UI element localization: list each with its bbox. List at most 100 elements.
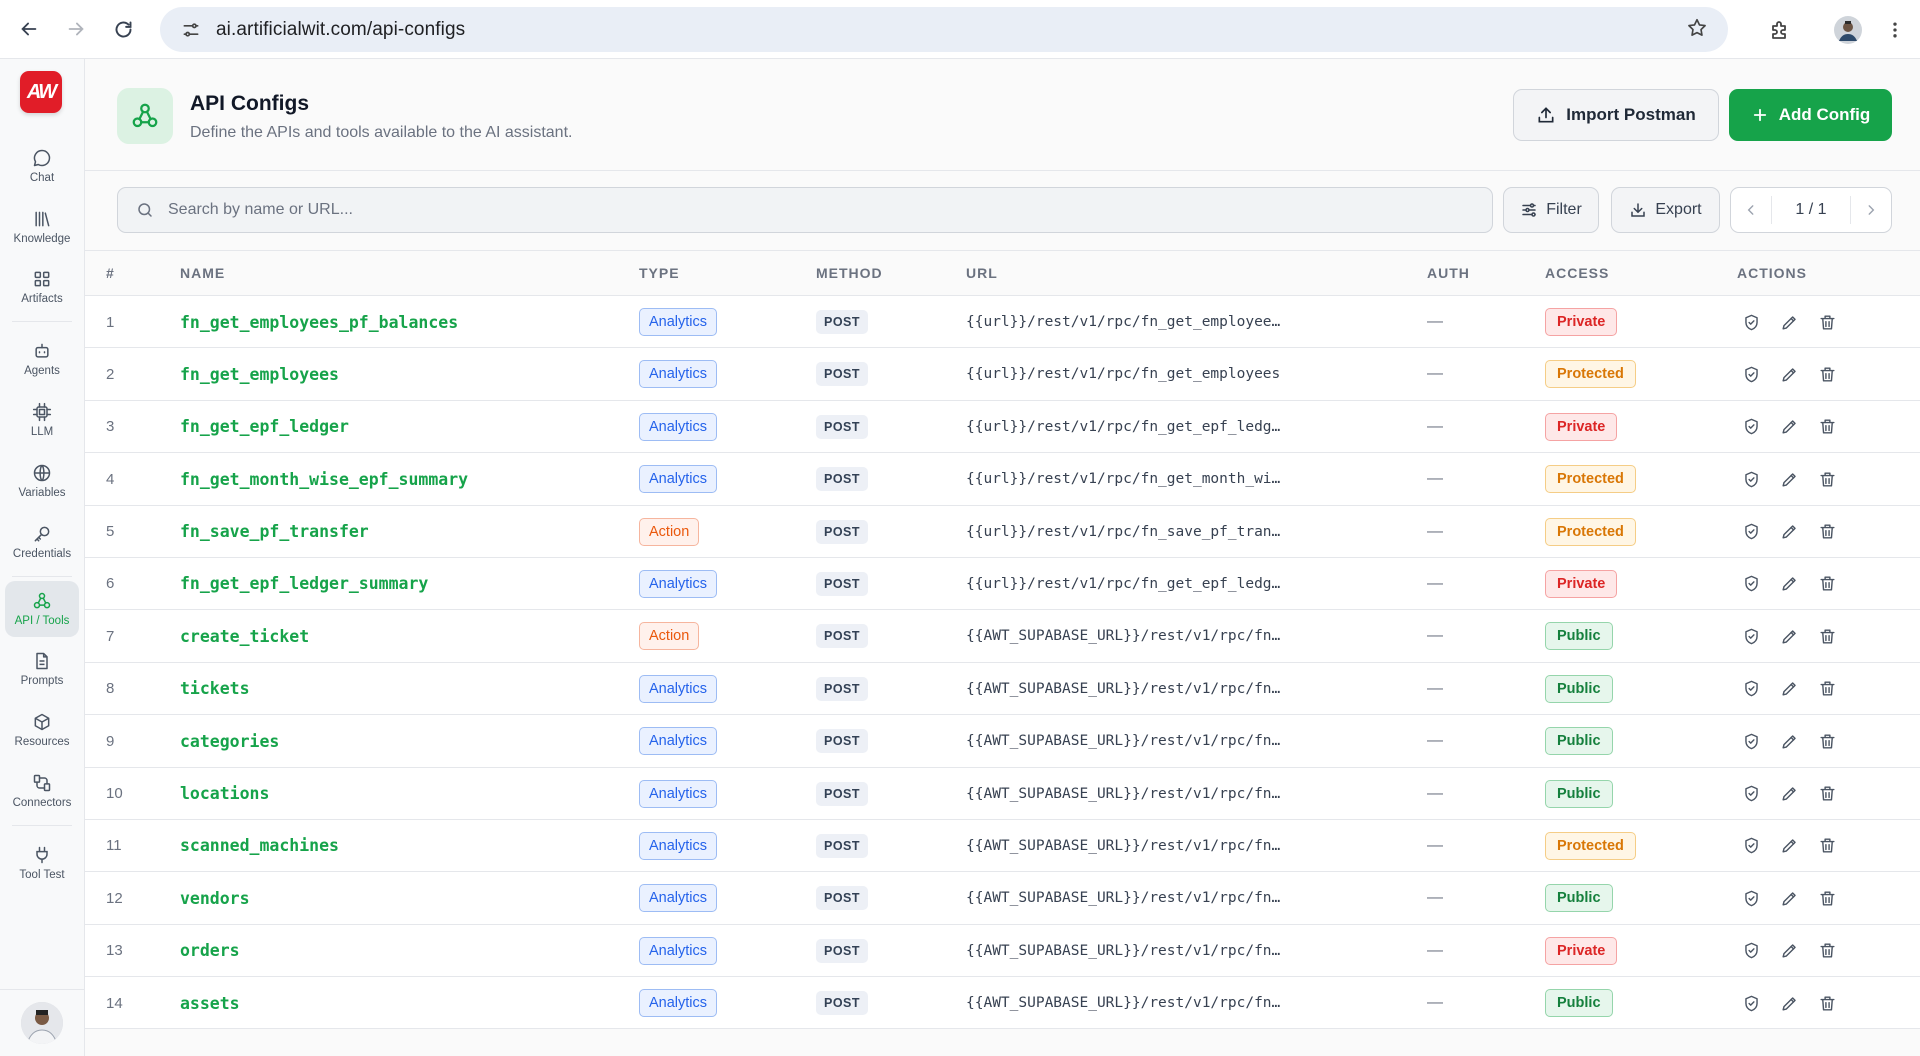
trash-icon[interactable] bbox=[1816, 521, 1838, 543]
shield-check-icon[interactable] bbox=[1740, 940, 1762, 962]
shield-check-icon[interactable] bbox=[1740, 573, 1762, 595]
user-avatar[interactable] bbox=[21, 1002, 63, 1044]
shield-check-icon[interactable] bbox=[1740, 416, 1762, 438]
trash-icon[interactable] bbox=[1816, 363, 1838, 385]
edit-pencil-icon[interactable] bbox=[1778, 678, 1800, 700]
config-name-link[interactable]: fn_get_month_wise_epf_summary bbox=[180, 453, 468, 505]
config-name-link[interactable]: orders bbox=[180, 925, 240, 977]
bookmark-star-icon[interactable] bbox=[1686, 17, 1708, 44]
trash-icon[interactable] bbox=[1816, 625, 1838, 647]
sidebar-item-knowledge[interactable]: Knowledge bbox=[5, 199, 79, 255]
shield-check-icon[interactable] bbox=[1740, 311, 1762, 333]
shield-check-icon[interactable] bbox=[1740, 678, 1762, 700]
table-row[interactable]: 5 fn_save_pf_transfer Action POST {{url}… bbox=[85, 505, 1920, 558]
shield-check-icon[interactable] bbox=[1740, 992, 1762, 1014]
edit-pencil-icon[interactable] bbox=[1778, 416, 1800, 438]
trash-icon[interactable] bbox=[1816, 416, 1838, 438]
edit-pencil-icon[interactable] bbox=[1778, 783, 1800, 805]
trash-icon[interactable] bbox=[1816, 887, 1838, 909]
add-config-button[interactable]: Add Config bbox=[1729, 89, 1892, 141]
filter-button[interactable]: Filter bbox=[1503, 187, 1599, 233]
edit-pencil-icon[interactable] bbox=[1778, 835, 1800, 857]
profile-avatar[interactable] bbox=[1830, 0, 1866, 59]
trash-icon[interactable] bbox=[1816, 311, 1838, 333]
sidebar-item-tool-test[interactable]: Tool Test bbox=[5, 835, 79, 891]
export-button[interactable]: Export bbox=[1611, 187, 1720, 233]
col-header-auth[interactable]: AUTH bbox=[1427, 251, 1470, 296]
trash-icon[interactable] bbox=[1816, 730, 1838, 752]
config-name-link[interactable]: categories bbox=[180, 715, 279, 767]
sidebar-item-api-tools[interactable]: API / Tools bbox=[5, 581, 79, 637]
edit-pencil-icon[interactable] bbox=[1778, 468, 1800, 490]
edit-pencil-icon[interactable] bbox=[1778, 992, 1800, 1014]
import-postman-button[interactable]: Import Postman bbox=[1513, 89, 1719, 141]
forward-button[interactable] bbox=[53, 6, 99, 52]
sidebar-item-chat[interactable]: Chat bbox=[5, 138, 79, 194]
extensions-icon[interactable] bbox=[1760, 0, 1800, 59]
shield-check-icon[interactable] bbox=[1740, 625, 1762, 647]
config-name-link[interactable]: assets bbox=[180, 977, 240, 1029]
search-input[interactable] bbox=[168, 201, 1368, 219]
edit-pencil-icon[interactable] bbox=[1778, 887, 1800, 909]
table-row[interactable]: 4 fn_get_month_wise_epf_summary Analytic… bbox=[85, 453, 1920, 506]
site-settings-icon[interactable] bbox=[178, 17, 204, 43]
col-header-access[interactable]: ACCESS bbox=[1545, 251, 1609, 296]
edit-pencil-icon[interactable] bbox=[1778, 363, 1800, 385]
table-row[interactable]: 1 fn_get_employees_pf_balances Analytics… bbox=[85, 296, 1920, 349]
table-row[interactable]: 10 locations Analytics POST {{AWT_SUPABA… bbox=[85, 767, 1920, 820]
config-name-link[interactable]: tickets bbox=[180, 663, 250, 715]
table-row[interactable]: 2 fn_get_employees Analytics POST {{url}… bbox=[85, 348, 1920, 401]
edit-pencil-icon[interactable] bbox=[1778, 521, 1800, 543]
search-box[interactable] bbox=[117, 187, 1493, 233]
config-name-link[interactable]: fn_get_employees_pf_balances bbox=[180, 296, 458, 348]
browser-menu-icon[interactable] bbox=[1880, 0, 1910, 59]
shield-check-icon[interactable] bbox=[1740, 835, 1762, 857]
shield-check-icon[interactable] bbox=[1740, 468, 1762, 490]
edit-pencil-icon[interactable] bbox=[1778, 730, 1800, 752]
col-header-type[interactable]: TYPE bbox=[639, 251, 680, 296]
shield-check-icon[interactable] bbox=[1740, 887, 1762, 909]
sidebar-item-connectors[interactable]: Connectors bbox=[5, 763, 79, 819]
sidebar-item-prompts[interactable]: Prompts bbox=[5, 641, 79, 697]
shield-check-icon[interactable] bbox=[1740, 363, 1762, 385]
config-name-link[interactable]: fn_get_epf_ledger_summary bbox=[180, 558, 428, 610]
table-row[interactable]: 13 orders Analytics POST {{AWT_SUPABASE_… bbox=[85, 924, 1920, 978]
table-row[interactable]: 9 categories Analytics POST {{AWT_SUPABA… bbox=[85, 715, 1920, 768]
reload-button[interactable] bbox=[100, 6, 146, 52]
sidebar-item-llm[interactable]: LLM bbox=[5, 392, 79, 448]
prev-page-button[interactable] bbox=[1731, 188, 1771, 232]
edit-pencil-icon[interactable] bbox=[1778, 625, 1800, 647]
table-row[interactable]: 8 tickets Analytics POST {{AWT_SUPABASE_… bbox=[85, 662, 1920, 716]
col-header-url[interactable]: URL bbox=[966, 251, 998, 296]
config-name-link[interactable]: locations bbox=[180, 768, 269, 820]
shield-check-icon[interactable] bbox=[1740, 783, 1762, 805]
sidebar-item-artifacts[interactable]: Artifacts bbox=[5, 259, 79, 315]
trash-icon[interactable] bbox=[1816, 468, 1838, 490]
address-bar[interactable]: ai.artificialwit.com/api-configs bbox=[160, 7, 1728, 52]
edit-pencil-icon[interactable] bbox=[1778, 573, 1800, 595]
edit-pencil-icon[interactable] bbox=[1778, 940, 1800, 962]
edit-pencil-icon[interactable] bbox=[1778, 311, 1800, 333]
next-page-button[interactable] bbox=[1851, 188, 1891, 232]
col-header-name[interactable]: NAME bbox=[180, 251, 225, 296]
trash-icon[interactable] bbox=[1816, 678, 1838, 700]
col-header-method[interactable]: METHOD bbox=[816, 251, 883, 296]
table-row[interactable]: 3 fn_get_epf_ledger Analytics POST {{url… bbox=[85, 400, 1920, 454]
trash-icon[interactable] bbox=[1816, 783, 1838, 805]
sidebar-item-variables[interactable]: Variables bbox=[5, 453, 79, 509]
config-name-link[interactable]: fn_save_pf_transfer bbox=[180, 506, 369, 558]
trash-icon[interactable] bbox=[1816, 992, 1838, 1014]
sidebar-item-resources[interactable]: Resources bbox=[5, 702, 79, 758]
shield-check-icon[interactable] bbox=[1740, 521, 1762, 543]
table-row[interactable]: 14 assets Analytics POST {{AWT_SUPABASE_… bbox=[85, 977, 1920, 1030]
table-row[interactable]: 12 vendors Analytics POST {{AWT_SUPABASE… bbox=[85, 872, 1920, 925]
trash-icon[interactable] bbox=[1816, 835, 1838, 857]
sidebar-item-agents[interactable]: Agents bbox=[5, 331, 79, 387]
trash-icon[interactable] bbox=[1816, 940, 1838, 962]
shield-check-icon[interactable] bbox=[1740, 730, 1762, 752]
config-name-link[interactable]: fn_get_epf_ledger bbox=[180, 401, 349, 453]
table-row[interactable]: 7 create_ticket Action POST {{AWT_SUPABA… bbox=[85, 610, 1920, 663]
app-logo[interactable]: AW bbox=[20, 71, 62, 113]
table-row[interactable]: 6 fn_get_epf_ledger_summary Analytics PO… bbox=[85, 557, 1920, 611]
table-row[interactable]: 11 scanned_machines Analytics POST {{AWT… bbox=[85, 819, 1920, 873]
